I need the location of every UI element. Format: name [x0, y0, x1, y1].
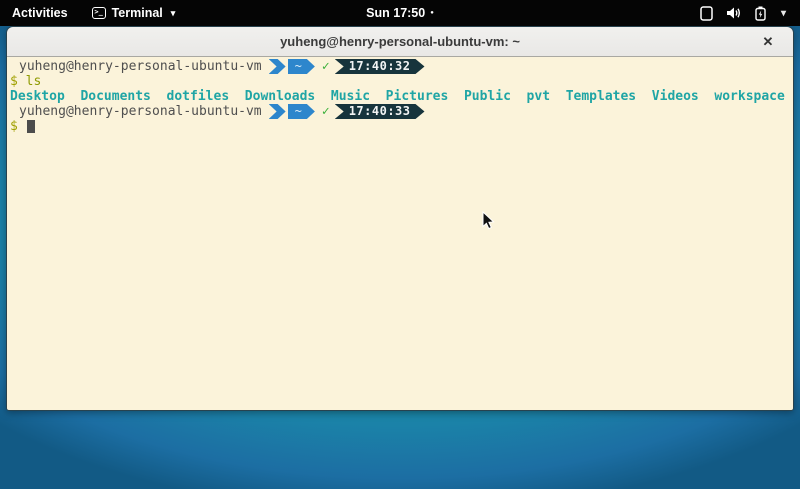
- powerline-arrow-icon: [269, 104, 286, 119]
- prompt-path-segment: ~: [288, 59, 315, 74]
- notification-dot: ●: [430, 10, 434, 16]
- command-line-1: $ ls: [10, 74, 790, 89]
- ls-output: Desktop Documents dotfiles Downloads Mus…: [10, 89, 790, 104]
- activities-label: Activities: [12, 6, 68, 20]
- chevron-down-icon: ▾: [781, 8, 786, 19]
- close-button[interactable]: ✕: [757, 27, 779, 56]
- mouse-cursor-icon: [482, 211, 495, 230]
- terminal-content[interactable]: yuheng@henry-personal-ubuntu-vm ~ ✓ 17:4…: [7, 57, 793, 410]
- system-status-area[interactable]: ▾: [692, 0, 800, 26]
- prompt-user: yuheng@henry-personal-ubuntu-vm: [10, 104, 262, 119]
- battery-charging-icon: [755, 6, 766, 21]
- powerline-arrow-icon: [269, 59, 286, 74]
- prompt-user: yuheng@henry-personal-ubuntu-vm: [10, 59, 262, 74]
- activities-button[interactable]: Activities: [0, 0, 80, 26]
- prompt-dollar: $: [10, 119, 18, 134]
- prompt-dollar: $: [10, 74, 18, 89]
- app-menu-terminal[interactable]: >_ Terminal ▾: [80, 0, 188, 26]
- command-text: ls: [26, 74, 42, 89]
- volume-icon: [726, 6, 742, 20]
- display-icon: [700, 6, 713, 21]
- window-titlebar[interactable]: yuheng@henry-personal-ubuntu-vm: ~ ✕: [7, 27, 793, 57]
- chevron-down-icon: ▾: [171, 8, 176, 19]
- clock-label: Sun 17:50: [366, 6, 425, 20]
- check-icon: ✓: [322, 104, 330, 119]
- clock-button[interactable]: Sun 17:50 ●: [366, 6, 434, 20]
- terminal-icon: >_: [92, 7, 106, 19]
- terminal-window: yuheng@henry-personal-ubuntu-vm: ~ ✕ yuh…: [6, 26, 794, 411]
- prompt-path-segment: ~: [288, 104, 315, 119]
- text-cursor: [27, 120, 35, 133]
- prompt-line-1: yuheng@henry-personal-ubuntu-vm ~ ✓ 17:4…: [10, 59, 790, 74]
- window-title: yuheng@henry-personal-ubuntu-vm: ~: [280, 34, 520, 49]
- top-bar: Activities >_ Terminal ▾ Sun 17:50 ● ▾: [0, 0, 800, 26]
- check-icon: ✓: [322, 59, 330, 74]
- app-menu-label: Terminal: [112, 6, 163, 20]
- prompt-line-2: yuheng@henry-personal-ubuntu-vm ~ ✓ 17:4…: [10, 104, 790, 119]
- command-line-2: $: [10, 119, 790, 134]
- prompt-time-segment: 17:40:32: [335, 59, 425, 74]
- prompt-time-segment: 17:40:33: [335, 104, 425, 119]
